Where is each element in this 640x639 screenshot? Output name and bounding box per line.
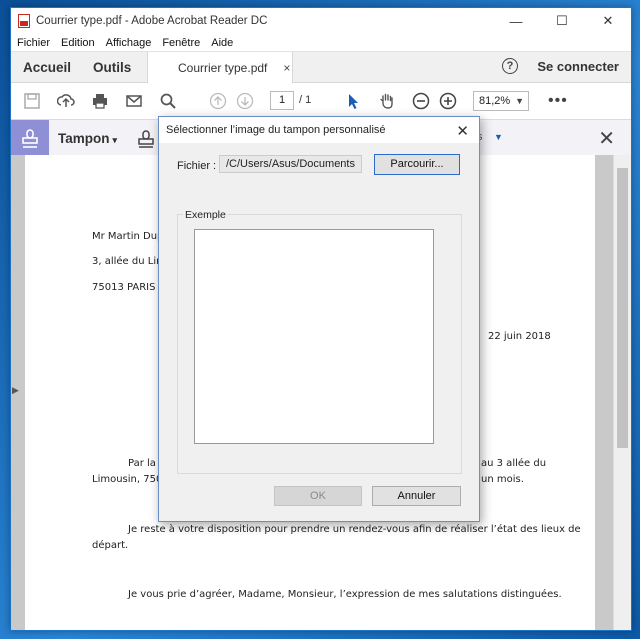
- file-path-field[interactable]: /C/Users/Asus/Documents: [219, 155, 362, 173]
- upload-icon[interactable]: [57, 92, 75, 110]
- close-stamp-toolbar-icon[interactable]: ✕: [598, 126, 615, 151]
- menu-aide[interactable]: Aide: [211, 37, 233, 49]
- expand-panel-icon[interactable]: ▶: [12, 385, 19, 396]
- hand-tool-icon[interactable]: [378, 92, 396, 110]
- browse-button[interactable]: Parcourir...: [374, 154, 460, 175]
- custom-stamp-icon[interactable]: [137, 130, 155, 153]
- menu-edition[interactable]: Edition: [61, 37, 95, 49]
- help-icon[interactable]: ?: [502, 58, 518, 74]
- maximize-button[interactable]: ☐: [539, 8, 585, 34]
- menu-fichier[interactable]: Fichier: [17, 37, 50, 49]
- zoom-in-icon[interactable]: [439, 92, 457, 110]
- menu-bar: Fichier Edition Affichage Fenêtre Aide: [11, 34, 631, 51]
- search-icon[interactable]: [159, 92, 177, 110]
- letter-date: 22 juin 2018: [488, 331, 551, 342]
- paragraph-1-end: au 3 allée du: [481, 458, 547, 469]
- tabs-bar: Accueil Outils Courrier type.pdf × ? Se …: [11, 51, 631, 83]
- zoom-value: 81,2%: [479, 95, 511, 107]
- dialog-close-icon[interactable]: ✕: [456, 122, 469, 140]
- cancel-button[interactable]: Annuler: [372, 486, 461, 506]
- page-total: / 1: [299, 94, 312, 106]
- print-icon[interactable]: [91, 92, 109, 110]
- main-toolbar: 1 / 1 81,2% ▼ •••: [11, 83, 631, 120]
- recipient-city: 75013 PARIS: [92, 282, 156, 293]
- caret-down-icon[interactable]: ▼: [494, 132, 503, 142]
- tab-tools[interactable]: Outils: [93, 60, 131, 75]
- save-icon[interactable]: [23, 92, 41, 110]
- dialog-title-bar: Sélectionner l’image du tampon personnal…: [159, 117, 479, 143]
- stamp-preview-area: [194, 229, 434, 444]
- stamp-dropdown-label: Tampon: [58, 131, 110, 146]
- stamp-dropdown[interactable]: Tampon ▾: [58, 131, 117, 146]
- acrobat-pdf-icon: [18, 14, 30, 28]
- example-label: Exemple: [183, 209, 228, 221]
- page-up-icon[interactable]: [209, 92, 227, 110]
- paragraph-2-line2: départ.: [92, 540, 129, 551]
- close-tab-icon[interactable]: ×: [283, 61, 290, 75]
- caret-down-icon: ▾: [112, 135, 118, 145]
- tab-home[interactable]: Accueil: [23, 60, 71, 75]
- tab-document[interactable]: Courrier type.pdf ×: [147, 52, 293, 83]
- select-cursor-icon[interactable]: [344, 92, 362, 110]
- window-title: Courrier type.pdf - Adobe Acrobat Reader…: [36, 15, 268, 27]
- document-tab-label: Courrier type.pdf: [178, 60, 268, 75]
- dialog-title: Sélectionner l’image du tampon personnal…: [166, 124, 386, 136]
- minimize-button[interactable]: —: [493, 8, 539, 34]
- chevron-down-icon: ▼: [515, 96, 524, 106]
- stamp-tool-icon[interactable]: [11, 120, 49, 157]
- paragraph-1-line2-end: un mois.: [481, 474, 524, 485]
- signin-link[interactable]: Se connecter: [537, 59, 619, 74]
- zoom-select[interactable]: 81,2% ▼: [473, 91, 529, 111]
- email-icon[interactable]: [125, 92, 143, 110]
- menu-affichage[interactable]: Affichage: [106, 37, 152, 49]
- close-window-button[interactable]: ✕: [585, 8, 631, 34]
- ok-button[interactable]: OK: [274, 486, 362, 506]
- scrollbar-thumb[interactable]: [617, 168, 628, 448]
- recipient-name: Mr Martin Dup: [92, 231, 164, 242]
- recipient-address: 3, allée du Lim: [92, 256, 166, 267]
- vertical-scrollbar[interactable]: [613, 155, 631, 630]
- menu-fenetre[interactable]: Fenêtre: [162, 37, 200, 49]
- custom-stamp-dialog: Sélectionner l’image du tampon personnal…: [158, 116, 480, 522]
- zoom-out-icon[interactable]: [412, 92, 430, 110]
- paragraph-2: Je reste à votre disposition pour prendr…: [128, 524, 581, 535]
- closing-paragraph: Je vous prie d’agréer, Madame, Monsieur,…: [128, 589, 562, 600]
- window-controls: — ☐ ✕: [493, 8, 631, 34]
- file-label: Fichier :: [177, 160, 217, 172]
- page-number-input[interactable]: 1: [270, 91, 294, 110]
- page-down-icon[interactable]: [236, 92, 254, 110]
- title-bar: Courrier type.pdf - Adobe Acrobat Reader…: [11, 8, 631, 34]
- more-tools-icon[interactable]: •••: [548, 92, 568, 110]
